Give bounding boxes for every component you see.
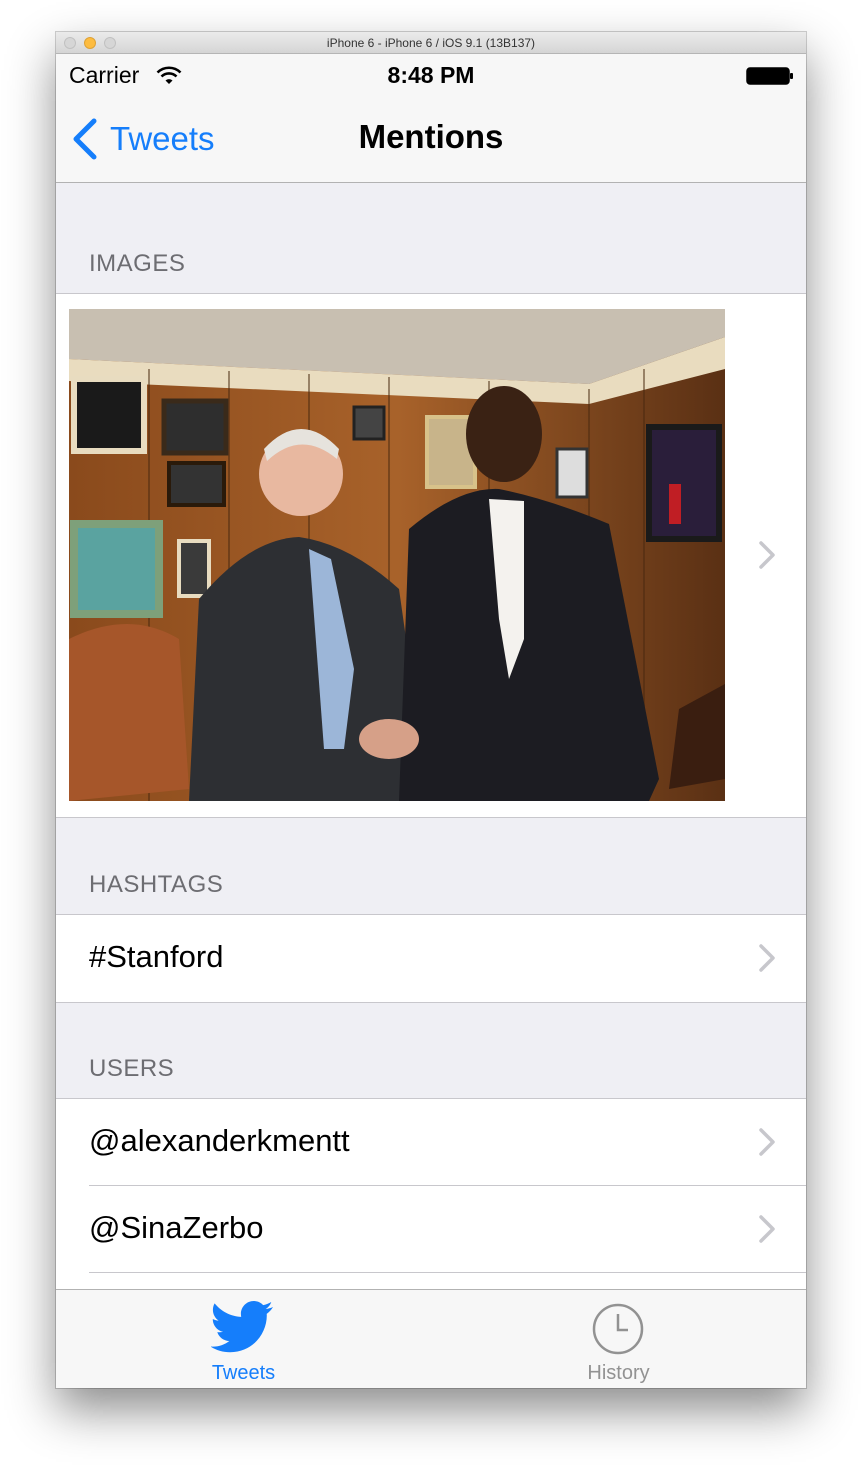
status-bar: Carrier 8:48 PM	[56, 54, 806, 94]
chevron-right-icon	[759, 1215, 775, 1243]
image-cell[interactable]	[56, 294, 806, 817]
navigation-bar: Tweets Mentions	[56, 94, 806, 183]
images-section-header: IMAGES	[89, 250, 186, 277]
hashtags-section-header: HASHTAGS	[89, 871, 224, 898]
users-section: @alexanderkmentt @SinaZerbo	[56, 1098, 806, 1293]
window-title: iPhone 6 - iPhone 6 / iOS 9.1 (13B137)	[326, 36, 536, 50]
twitter-bird-icon	[211, 1301, 273, 1353]
chevron-right-icon	[759, 541, 775, 569]
page-title: Mentions	[358, 118, 504, 155]
minimize-window-button[interactable]	[84, 37, 96, 49]
tab-tweets[interactable]: Tweets	[56, 1290, 431, 1388]
tab-bar: Tweets History	[56, 1289, 806, 1388]
mentions-table[interactable]: IMAGES HASHTAGS #Stanford USERS @alexand…	[56, 183, 806, 1293]
clock-icon	[592, 1303, 644, 1355]
battery-icon	[746, 67, 793, 85]
chevron-right-icon	[759, 944, 775, 972]
users-section-header: USERS	[89, 1055, 175, 1082]
images-section	[56, 293, 806, 818]
hashtag-cell[interactable]: #Stanford	[56, 915, 806, 1002]
tab-history-label: History	[587, 1362, 650, 1384]
tab-history[interactable]: History	[431, 1290, 806, 1388]
window-titlebar: iPhone 6 - iPhone 6 / iOS 9.1 (13B137)	[56, 32, 806, 54]
status-time: 8:48 PM	[387, 62, 475, 88]
tab-tweets-label: Tweets	[211, 1362, 276, 1384]
user-cell[interactable]: @alexanderkmentt	[56, 1099, 806, 1186]
simulator-window: iPhone 6 - iPhone 6 / iOS 9.1 (13B137) C…	[56, 32, 806, 1388]
hashtags-section: #Stanford	[56, 914, 806, 1003]
user-label: @SinaZerbo	[89, 1210, 264, 1245]
photo-illustration	[69, 309, 725, 801]
tweet-image	[69, 309, 725, 801]
chevron-right-icon	[759, 1128, 775, 1156]
user-label: @alexanderkmentt	[89, 1123, 350, 1158]
close-window-button[interactable]	[64, 37, 76, 49]
zoom-window-button[interactable]	[104, 37, 116, 49]
hashtag-label: #Stanford	[89, 939, 224, 974]
user-cell[interactable]: @SinaZerbo	[56, 1186, 806, 1273]
